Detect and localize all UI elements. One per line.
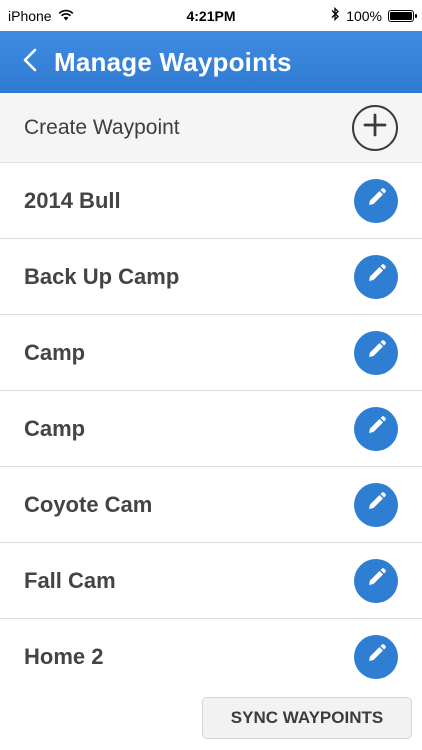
pencil-icon bbox=[365, 187, 387, 214]
edit-waypoint-button[interactable] bbox=[354, 178, 398, 223]
waypoint-name: Home 2 bbox=[24, 643, 104, 669]
waypoint-list-item[interactable]: Fall Cam bbox=[0, 543, 422, 619]
status-left: iPhone bbox=[8, 8, 74, 24]
sync-waypoints-button[interactable]: SYNC WAYPOINTS bbox=[202, 697, 412, 739]
pencil-icon bbox=[365, 415, 387, 442]
status-bar: iPhone 4:21PM 100% bbox=[0, 0, 422, 31]
status-right: 100% bbox=[330, 6, 417, 24]
waypoint-name: 2014 Bull bbox=[24, 187, 121, 213]
battery-icon bbox=[388, 9, 417, 22]
battery-percent: 100% bbox=[346, 7, 382, 24]
edit-waypoint-button[interactable] bbox=[354, 634, 398, 679]
chevron-left-icon bbox=[22, 48, 38, 77]
pencil-icon bbox=[365, 567, 387, 594]
pencil-icon bbox=[365, 339, 387, 366]
waypoint-name: Back Up Camp bbox=[24, 263, 180, 289]
bluetooth-icon bbox=[330, 6, 340, 24]
add-waypoint-button[interactable] bbox=[352, 104, 398, 151]
waypoint-list-item[interactable]: Coyote Cam bbox=[0, 467, 422, 543]
waypoint-name: Fall Cam bbox=[24, 567, 116, 593]
waypoint-list-item[interactable]: Camp bbox=[0, 391, 422, 467]
create-waypoint-label: Create Waypoint bbox=[24, 115, 180, 139]
edit-waypoint-button[interactable] bbox=[354, 406, 398, 451]
edit-waypoint-button[interactable] bbox=[354, 558, 398, 603]
back-button[interactable] bbox=[8, 31, 52, 93]
waypoint-name: Camp bbox=[24, 339, 86, 365]
plus-circle-icon bbox=[363, 113, 387, 142]
waypoint-list-item[interactable]: 2014 Bull bbox=[0, 163, 422, 239]
waypoint-list: 2014 Bull Back Up Camp Camp Camp Coyote … bbox=[0, 163, 422, 695]
pencil-icon bbox=[365, 263, 387, 290]
edit-waypoint-button[interactable] bbox=[354, 482, 398, 527]
waypoint-list-item[interactable]: Home 2 bbox=[0, 619, 422, 695]
carrier-label: iPhone bbox=[8, 7, 52, 24]
edit-waypoint-button[interactable] bbox=[354, 330, 398, 375]
waypoint-list-item[interactable]: Camp bbox=[0, 315, 422, 391]
create-waypoint-row[interactable]: Create Waypoint bbox=[0, 93, 422, 163]
nav-bar: Manage Waypoints bbox=[0, 31, 422, 93]
page-title: Manage Waypoints bbox=[54, 46, 292, 77]
waypoint-name: Camp bbox=[24, 415, 86, 441]
waypoint-name: Coyote Cam bbox=[24, 491, 153, 517]
battery-fill bbox=[390, 11, 412, 20]
pencil-icon bbox=[365, 643, 387, 670]
waypoint-list-item[interactable]: Back Up Camp bbox=[0, 239, 422, 315]
wifi-icon bbox=[58, 8, 74, 24]
footer: SYNC WAYPOINTS bbox=[0, 689, 422, 750]
pencil-icon bbox=[365, 491, 387, 518]
edit-waypoint-button[interactable] bbox=[354, 254, 398, 299]
